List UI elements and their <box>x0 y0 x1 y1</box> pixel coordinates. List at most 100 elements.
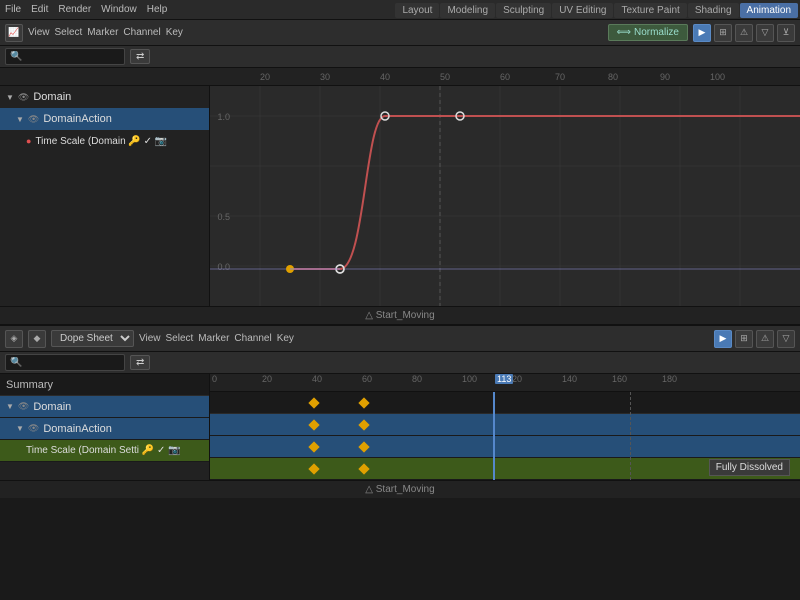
triangle-domain: ▼ <box>6 402 14 411</box>
channel-timescale-label: Time Scale (Domain 🔑 ✓ 📷 <box>35 136 167 147</box>
dope-mode-icon2: ◆ <box>28 330 46 348</box>
keyframe-summary-1[interactable] <box>308 397 319 408</box>
filter-btn-3[interactable]: ⚠ <box>735 24 753 42</box>
dope-channel-domain[interactable]: ▼ 👁 Domain <box>0 396 209 418</box>
mode-tab-animation[interactable]: Animation <box>740 3 798 18</box>
mode-tab-sculpting[interactable]: Sculpting <box>496 3 551 18</box>
mode-tab-modeling[interactable]: Modeling <box>440 3 495 18</box>
keyframe-domain-2[interactable] <box>358 419 369 430</box>
channel-timescale[interactable]: ● Time Scale (Domain 🔑 ✓ 📷 <box>0 130 209 152</box>
channel-list: ▼ 👁 Domain ▼ 👁 DomainAction ● Time Scale… <box>0 86 210 306</box>
graph-status: △ Start_Moving <box>0 306 800 324</box>
dope-key-menu[interactable]: Key <box>277 333 294 344</box>
tl-num-50: 50 <box>440 72 450 82</box>
dope-tl-80: 80 <box>412 374 422 384</box>
graph-view-menu[interactable]: View <box>28 27 50 38</box>
keyframe-domainaction-1[interactable] <box>308 441 319 452</box>
graph-editor-type-icon: 📈 <box>5 24 23 42</box>
dope-row-domainaction <box>210 436 800 458</box>
mode-tab-shading[interactable]: Shading <box>688 3 739 18</box>
dope-select-menu[interactable]: Select <box>166 333 194 344</box>
menu-help[interactable]: Help <box>147 4 168 15</box>
eye-domain: 👁 <box>18 401 29 412</box>
svg-text:0.0: 0.0 <box>217 262 230 272</box>
dope-search-input[interactable] <box>5 354 125 371</box>
current-frame-indicator <box>493 392 495 480</box>
dope-filter-1[interactable]: ▶ <box>714 330 732 348</box>
menu-render[interactable]: Render <box>58 4 91 15</box>
keyframe-domain-1[interactable] <box>308 419 319 430</box>
tl-num-80: 80 <box>608 72 618 82</box>
mode-tab-layout[interactable]: Layout <box>395 3 439 18</box>
mode-tab-texturepaint[interactable]: Texture Paint <box>614 3 686 18</box>
menu-window[interactable]: Window <box>101 4 137 15</box>
dope-channel-summary[interactable]: Summary <box>0 374 209 396</box>
red-dot-icon: ● <box>26 136 31 146</box>
dope-marker-menu[interactable]: Marker <box>198 333 229 344</box>
tl-num-100: 100 <box>710 72 725 82</box>
normalize-button[interactable]: ⟺ Normalize <box>608 24 688 41</box>
eye-icon-domainaction: 👁 <box>28 114 39 125</box>
dope-tl-100: 100 <box>462 374 477 384</box>
filter-btn-2[interactable]: ⊞ <box>714 24 732 42</box>
tl-num-70: 70 <box>555 72 565 82</box>
triangle-down-icon-2: ▼ <box>16 115 24 124</box>
filter-btn-5[interactable]: ⊻ <box>777 24 795 42</box>
keyframe-timescale-2[interactable] <box>358 463 369 474</box>
dope-tl-60: 60 <box>362 374 372 384</box>
dope-filter-2[interactable]: ⊞ <box>735 330 753 348</box>
dope-filter-3[interactable]: ⚠ <box>756 330 774 348</box>
dope-mode-select[interactable]: Dope Sheet <box>51 330 134 347</box>
flip-icon[interactable]: ⇄ <box>130 49 150 64</box>
channel-domainaction[interactable]: ▼ 👁 DomainAction <box>0 108 209 130</box>
dope-tl-160: 160 <box>612 374 627 384</box>
channel-domainaction-label: DomainAction <box>43 113 111 125</box>
dope-tl-120: 20 <box>512 374 522 384</box>
dope-filter-4[interactable]: ▽ <box>777 330 795 348</box>
dope-domain-label: Domain <box>33 401 71 413</box>
tl-num-20: 20 <box>260 72 270 82</box>
dope-tl-140: 140 <box>562 374 577 384</box>
dope-status-label: △ Start_Moving <box>365 484 434 495</box>
menu-file[interactable]: File <box>5 4 21 15</box>
keyframe-timescale-1[interactable] <box>308 463 319 474</box>
tl-num-30: 30 <box>320 72 330 82</box>
graph-key-menu[interactable]: Key <box>166 27 183 38</box>
svg-text:1.0: 1.0 <box>217 112 230 122</box>
mode-tab-uvediting[interactable]: UV Editing <box>552 3 613 18</box>
tl-num-40: 40 <box>380 72 390 82</box>
dope-channel-list: Summary ▼ 👁 Domain ▼ 👁 DomainAction Time… <box>0 374 210 480</box>
channel-domain[interactable]: ▼ 👁 Domain <box>0 86 209 108</box>
filter-btn-4[interactable]: ▽ <box>756 24 774 42</box>
dope-domainaction-label: DomainAction <box>43 423 111 435</box>
graph-marker-menu[interactable]: Marker <box>87 27 118 38</box>
dope-channel-menu[interactable]: Channel <box>234 333 271 344</box>
dope-row-summary <box>210 392 800 414</box>
filter-btn-1[interactable]: ▶ <box>693 24 711 42</box>
dope-tl-0: 0 <box>212 374 217 384</box>
tl-num-90: 90 <box>660 72 670 82</box>
dope-flip-icon[interactable]: ⇄ <box>130 355 150 370</box>
dope-tl-113: 113 <box>495 374 513 384</box>
graph-search-input[interactable] <box>5 48 125 65</box>
graph-status-label: △ Start_Moving <box>365 310 434 321</box>
graph-channel-menu[interactable]: Channel <box>123 27 160 38</box>
dope-row-domain <box>210 414 800 436</box>
eye-icon-domain: 👁 <box>18 92 29 103</box>
keyframe-domainaction-2[interactable] <box>358 441 369 452</box>
triangle-domainaction: ▼ <box>16 424 24 433</box>
dope-timescale-label: Time Scale (Domain Setti 🔑 ✓ 📷 <box>26 445 181 456</box>
eye-domainaction: 👁 <box>28 423 39 434</box>
dope-view-menu[interactable]: View <box>139 333 161 344</box>
graph-select-menu[interactable]: Select <box>55 27 83 38</box>
dope-status: △ Start_Moving <box>0 480 800 498</box>
dope-tl-180: 180 <box>662 374 677 384</box>
dope-timeline: 0 20 40 60 80 100 113 20 140 160 180 <box>210 374 800 480</box>
curve-canvas: 1.0 0.5 0.0 <box>210 86 800 306</box>
channel-domain-label: Domain <box>33 91 71 103</box>
keyframe-summary-2[interactable] <box>358 397 369 408</box>
menu-edit[interactable]: Edit <box>31 4 48 15</box>
dope-channel-domainaction[interactable]: ▼ 👁 DomainAction <box>0 418 209 440</box>
dope-channel-timescale[interactable]: Time Scale (Domain Setti 🔑 ✓ 📷 <box>0 440 209 462</box>
dope-tl-20: 20 <box>262 374 272 384</box>
